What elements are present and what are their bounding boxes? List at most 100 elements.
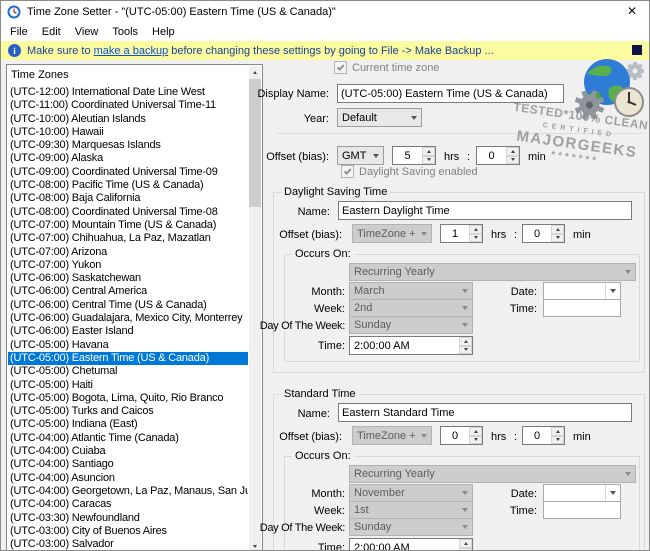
std-month-combo[interactable]: November (349, 484, 473, 502)
std-hours-spinner[interactable]: 0 (440, 426, 483, 445)
timezone-list-item[interactable]: (UTC-05:00) Indiana (East) (8, 418, 248, 431)
spin-down-icon[interactable] (459, 547, 472, 550)
std-month-label: Month: (311, 488, 345, 500)
std-offset-mode-combo[interactable]: TimeZone + (352, 426, 432, 445)
titlebar[interactable]: Time Zone Setter - "(UTC-05:00) Eastern … (1, 1, 649, 22)
timezone-list-item[interactable]: (UTC-07:00) Chihuahua, La Paz, Mazatlan (8, 232, 248, 245)
timezone-list-item[interactable]: (UTC-05:00) Bogota, Lima, Quito, Rio Bra… (8, 392, 248, 405)
backup-banner: i Make sure to make a backup before changi… (1, 41, 649, 60)
timezone-list-item[interactable]: (UTC-07:00) Mountain Time (US & Canada) (8, 219, 248, 232)
scroll-down-icon[interactable] (249, 540, 261, 550)
timezone-list-item[interactable]: (UTC-05:00) Turks and Caicos (8, 405, 248, 418)
daylight-saving-enabled-checkbox[interactable]: Daylight Saving enabled (341, 165, 478, 178)
dst-hours-spinner[interactable]: 1 (440, 224, 483, 243)
timezone-list-item[interactable]: (UTC-09:00) Coordinated Universal Time-0… (8, 166, 248, 179)
spin-up-icon[interactable] (459, 539, 472, 548)
std-date-picker[interactable] (543, 484, 621, 502)
spin-up-icon[interactable] (506, 147, 519, 156)
daylight-saving-enabled-label: Daylight Saving enabled (359, 165, 478, 178)
dst-time-spinner[interactable]: 2:00:00 AM (349, 336, 473, 355)
timezone-list-item[interactable]: (UTC-03:00) Salvador (8, 538, 248, 550)
timezone-list-item[interactable]: (UTC-05:00) Eastern Time (US & Canada) (8, 351, 248, 366)
timezone-list-item[interactable]: (UTC-11:00) Coordinated Universal Time-1… (8, 99, 248, 112)
timezone-list-items: (UTC-12:00) International Date Line West… (8, 86, 248, 550)
dst-week-combo[interactable]: 2nd (349, 299, 473, 317)
timezone-list-item[interactable]: (UTC-07:00) Yukon (8, 259, 248, 272)
current-time-zone-checkbox[interactable]: Current time zone (334, 61, 439, 74)
timezone-list-item[interactable]: (UTC-04:00) Atlantic Time (Canada) (8, 432, 248, 445)
dst-month-combo[interactable]: March (349, 282, 473, 300)
std-recurrence-combo[interactable]: Recurring Yearly (349, 465, 636, 483)
std-week-combo[interactable]: 1st (349, 501, 473, 519)
timezone-list-item[interactable]: (UTC-07:00) Arizona (8, 246, 248, 259)
timezone-list-item[interactable]: (UTC-04:00) Georgetown, La Paz, Manaus, … (8, 485, 248, 498)
dst-name-input[interactable] (338, 201, 632, 220)
spin-up-icon[interactable] (551, 427, 564, 436)
scrollbar[interactable] (249, 66, 261, 550)
std-minutes-spinner[interactable]: 0 (522, 426, 565, 445)
timezone-list-item[interactable]: (UTC-10:00) Hawaii (8, 126, 248, 139)
std-time-spinner[interactable]: 2:00:00 AM (349, 538, 473, 550)
timezone-list-item[interactable]: (UTC-03:30) Newfoundland (8, 512, 248, 525)
timezone-list-item[interactable]: (UTC-06:00) Central Time (US & Canada) (8, 299, 248, 312)
std-time-label: Time: (317, 542, 345, 551)
menu-item-tools[interactable]: Tools (105, 24, 145, 40)
menu-item-file[interactable]: File (3, 24, 35, 40)
timezone-list-item[interactable]: (UTC-08:00) Coordinated Universal Time-0… (8, 206, 248, 219)
offset-minutes-spinner[interactable]: 0 (476, 146, 520, 165)
spin-up-icon[interactable] (459, 337, 472, 346)
spin-up-icon[interactable] (422, 147, 435, 156)
std-dow-combo[interactable]: Sunday (349, 518, 473, 536)
offset-hours-spinner[interactable]: 5 (392, 146, 436, 165)
globe-clock-art (574, 59, 644, 120)
timezone-list-item[interactable]: (UTC-04:00) Asuncion (8, 472, 248, 485)
timezone-list-item[interactable]: (UTC-05:00) Haiti (8, 379, 248, 392)
timezone-list-item[interactable]: (UTC-12:00) International Date Line West (8, 86, 248, 99)
timezone-list-item[interactable]: (UTC-05:00) Chetumal (8, 365, 248, 378)
year-combo[interactable]: Default (337, 108, 422, 127)
timezone-list-item[interactable]: (UTC-08:00) Baja California (8, 192, 248, 205)
dst-offset-mode-combo[interactable]: TimeZone + (352, 224, 432, 243)
timezone-list-item[interactable]: (UTC-05:00) Havana (8, 339, 248, 352)
make-backup-link[interactable]: make a backup (94, 45, 169, 57)
info-icon: i (8, 44, 21, 57)
timezone-list-item[interactable]: (UTC-10:00) Aleutian Islands (8, 113, 248, 126)
timezone-list-item[interactable]: (UTC-06:00) Central America (8, 285, 248, 298)
close-button[interactable]: ✕ (627, 5, 637, 17)
spin-down-icon[interactable] (551, 435, 564, 444)
menu-item-help[interactable]: Help (145, 24, 182, 40)
timezone-list-item[interactable]: (UTC-09:00) Alaska (8, 152, 248, 165)
scroll-up-icon[interactable] (249, 66, 261, 78)
dst-recurrence-combo[interactable]: Recurring Yearly (349, 263, 636, 281)
dst-time-field[interactable] (543, 299, 621, 317)
spin-down-icon[interactable] (469, 435, 482, 444)
timezone-list-item[interactable]: (UTC-04:00) Cuiaba (8, 445, 248, 458)
spin-down-icon[interactable] (506, 155, 519, 164)
spin-down-icon[interactable] (469, 233, 482, 242)
timezone-list-item[interactable]: (UTC-06:00) Saskatchewan (8, 272, 248, 285)
timezone-list-item[interactable]: (UTC-06:00) Easter Island (8, 325, 248, 338)
gmt-direction-combo[interactable]: GMT - (337, 146, 384, 165)
std-time-field[interactable] (543, 501, 621, 519)
spin-down-icon[interactable] (459, 345, 472, 354)
menu-item-edit[interactable]: Edit (35, 24, 68, 40)
menu-item-view[interactable]: View (68, 24, 106, 40)
spin-down-icon[interactable] (551, 233, 564, 242)
timezone-list-item[interactable]: (UTC-04:00) Caracas (8, 498, 248, 511)
timezone-list-item[interactable]: (UTC-08:00) Pacific Time (US & Canada) (8, 179, 248, 192)
dst-dow-combo[interactable]: Sunday (349, 316, 473, 334)
chevron-down-icon (605, 485, 620, 501)
timezone-list-item[interactable]: (UTC-03:00) City of Buenos Aires (8, 525, 248, 538)
display-name-input[interactable] (337, 84, 564, 103)
spin-up-icon[interactable] (469, 225, 482, 234)
timezone-list-item[interactable]: (UTC-04:00) Santiago (8, 458, 248, 471)
timezone-list-item[interactable]: (UTC-09:30) Marquesas Islands (8, 139, 248, 152)
dst-minutes-spinner[interactable]: 0 (522, 224, 565, 243)
std-name-input[interactable] (338, 403, 632, 422)
menubar: File Edit View Tools Help (1, 22, 649, 41)
spin-down-icon[interactable] (422, 155, 435, 164)
dst-date-picker[interactable] (543, 282, 621, 300)
spin-up-icon[interactable] (469, 427, 482, 436)
timezone-list-item[interactable]: (UTC-06:00) Guadalajara, Mexico City, Mo… (8, 312, 248, 325)
spin-up-icon[interactable] (551, 225, 564, 234)
